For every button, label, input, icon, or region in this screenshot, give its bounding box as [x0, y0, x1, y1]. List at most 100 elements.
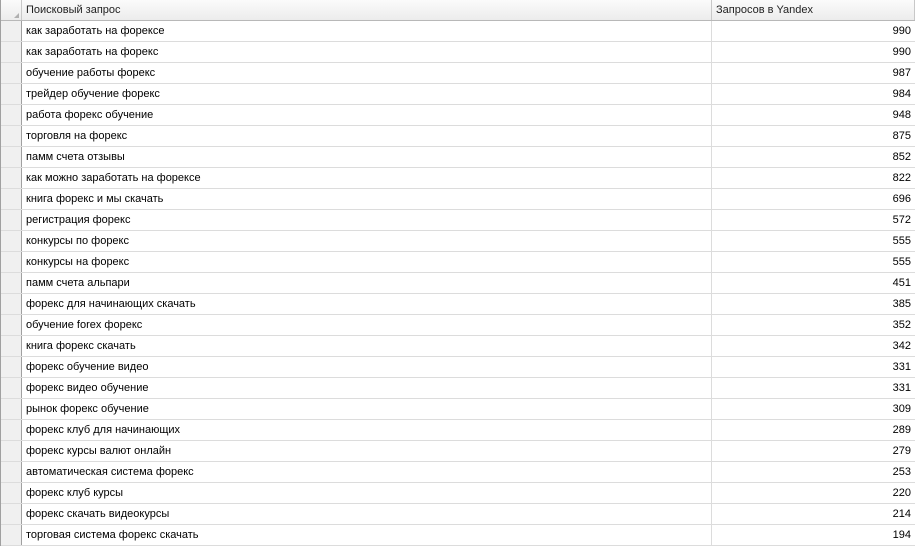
table-row[interactable]: как заработать на форекс 990 [1, 42, 915, 63]
cell-count[interactable]: 555 [712, 252, 915, 272]
cell-query[interactable]: регистрация форекс [22, 210, 712, 230]
cell-count[interactable]: 194 [712, 525, 915, 545]
table-row[interactable]: автоматическая система форекс 253 [1, 462, 915, 483]
column-header-query[interactable]: Поисковый запрос [22, 0, 712, 20]
cell-query[interactable]: форекс клуб для начинающих [22, 420, 712, 440]
cell-query[interactable]: форекс курсы валют онлайн [22, 441, 712, 461]
row-selector[interactable] [1, 315, 22, 335]
cell-count[interactable]: 696 [712, 189, 915, 209]
cell-query[interactable]: автоматическая система форекс [22, 462, 712, 482]
table-row[interactable]: как заработать на форексе 990 [1, 21, 915, 42]
cell-query[interactable]: форекс обучение видео [22, 357, 712, 377]
cell-query[interactable]: трейдер обучение форекс [22, 84, 712, 104]
row-selector[interactable] [1, 63, 22, 83]
row-selector[interactable] [1, 105, 22, 125]
cell-query[interactable]: обучение forex форекс [22, 315, 712, 335]
table-row[interactable]: обучение forex форекс 352 [1, 315, 915, 336]
cell-count[interactable]: 289 [712, 420, 915, 440]
table-row[interactable]: торговая система форекс скачать 194 [1, 525, 915, 546]
table-row[interactable]: памм счета отзывы 852 [1, 147, 915, 168]
cell-query[interactable]: как можно заработать на форексе [22, 168, 712, 188]
table-row[interactable]: как можно заработать на форексе 822 [1, 168, 915, 189]
row-selector[interactable] [1, 189, 22, 209]
row-selector[interactable] [1, 231, 22, 251]
cell-count[interactable]: 990 [712, 21, 915, 41]
table-row[interactable]: обучение работы форекс 987 [1, 63, 915, 84]
row-selector[interactable] [1, 147, 22, 167]
select-all-corner[interactable] [1, 0, 22, 20]
row-selector[interactable] [1, 210, 22, 230]
row-selector[interactable] [1, 84, 22, 104]
row-selector[interactable] [1, 252, 22, 272]
cell-query[interactable]: книга форекс скачать [22, 336, 712, 356]
cell-query[interactable]: работа форекс обучение [22, 105, 712, 125]
row-selector[interactable] [1, 525, 22, 545]
cell-count[interactable]: 572 [712, 210, 915, 230]
table-row[interactable]: форекс для начинающих скачать 385 [1, 294, 915, 315]
table-row[interactable]: трейдер обучение форекс 984 [1, 84, 915, 105]
table-row[interactable]: форекс обучение видео 331 [1, 357, 915, 378]
cell-query[interactable]: торговля на форекс [22, 126, 712, 146]
cell-count[interactable]: 331 [712, 378, 915, 398]
table-row[interactable]: форекс клуб курсы 220 [1, 483, 915, 504]
cell-count[interactable]: 309 [712, 399, 915, 419]
cell-count[interactable]: 220 [712, 483, 915, 503]
table-row[interactable]: рынок форекс обучение 309 [1, 399, 915, 420]
table-row[interactable]: работа форекс обучение 948 [1, 105, 915, 126]
cell-count[interactable]: 279 [712, 441, 915, 461]
row-selector[interactable] [1, 21, 22, 41]
row-selector[interactable] [1, 126, 22, 146]
table-row[interactable]: памм счета альпари 451 [1, 273, 915, 294]
table-row[interactable]: форекс клуб для начинающих 289 [1, 420, 915, 441]
cell-query[interactable]: форекс клуб курсы [22, 483, 712, 503]
cell-query[interactable]: рынок форекс обучение [22, 399, 712, 419]
table-row[interactable]: форекс скачать видеокурсы 214 [1, 504, 915, 525]
row-selector[interactable] [1, 357, 22, 377]
cell-query[interactable]: памм счета альпари [22, 273, 712, 293]
cell-count[interactable]: 875 [712, 126, 915, 146]
table-row[interactable]: конкурсы на форекс 555 [1, 252, 915, 273]
cell-count[interactable]: 990 [712, 42, 915, 62]
cell-count[interactable]: 451 [712, 273, 915, 293]
cell-count[interactable]: 214 [712, 504, 915, 524]
cell-query[interactable]: как заработать на форексе [22, 21, 712, 41]
cell-query[interactable]: форекс видео обучение [22, 378, 712, 398]
row-selector[interactable] [1, 168, 22, 188]
cell-count[interactable]: 852 [712, 147, 915, 167]
table-row[interactable]: книга форекс и мы скачать 696 [1, 189, 915, 210]
cell-count[interactable]: 822 [712, 168, 915, 188]
cell-query[interactable]: обучение работы форекс [22, 63, 712, 83]
cell-count[interactable]: 987 [712, 63, 915, 83]
table-row[interactable]: форекс видео обучение 331 [1, 378, 915, 399]
table-row[interactable]: форекс курсы валют онлайн 279 [1, 441, 915, 462]
row-selector[interactable] [1, 273, 22, 293]
row-selector[interactable] [1, 504, 22, 524]
cell-query[interactable]: конкурсы на форекс [22, 252, 712, 272]
cell-query[interactable]: книга форекс и мы скачать [22, 189, 712, 209]
row-selector[interactable] [1, 399, 22, 419]
cell-count[interactable]: 385 [712, 294, 915, 314]
cell-query[interactable]: форекс для начинающих скачать [22, 294, 712, 314]
cell-count[interactable]: 253 [712, 462, 915, 482]
cell-query[interactable]: форекс скачать видеокурсы [22, 504, 712, 524]
table-row[interactable]: торговля на форекс 875 [1, 126, 915, 147]
cell-query[interactable]: торговая система форекс скачать [22, 525, 712, 545]
cell-query[interactable]: конкурсы по форекс [22, 231, 712, 251]
cell-count[interactable]: 352 [712, 315, 915, 335]
row-selector[interactable] [1, 441, 22, 461]
cell-query[interactable]: как заработать на форекс [22, 42, 712, 62]
row-selector[interactable] [1, 420, 22, 440]
cell-count[interactable]: 342 [712, 336, 915, 356]
row-selector[interactable] [1, 336, 22, 356]
table-row[interactable]: книга форекс скачать 342 [1, 336, 915, 357]
cell-count[interactable]: 331 [712, 357, 915, 377]
cell-query[interactable]: памм счета отзывы [22, 147, 712, 167]
table-row[interactable]: регистрация форекс 572 [1, 210, 915, 231]
row-selector[interactable] [1, 462, 22, 482]
row-selector[interactable] [1, 483, 22, 503]
row-selector[interactable] [1, 378, 22, 398]
row-selector[interactable] [1, 42, 22, 62]
cell-count[interactable]: 555 [712, 231, 915, 251]
cell-count[interactable]: 948 [712, 105, 915, 125]
cell-count[interactable]: 984 [712, 84, 915, 104]
